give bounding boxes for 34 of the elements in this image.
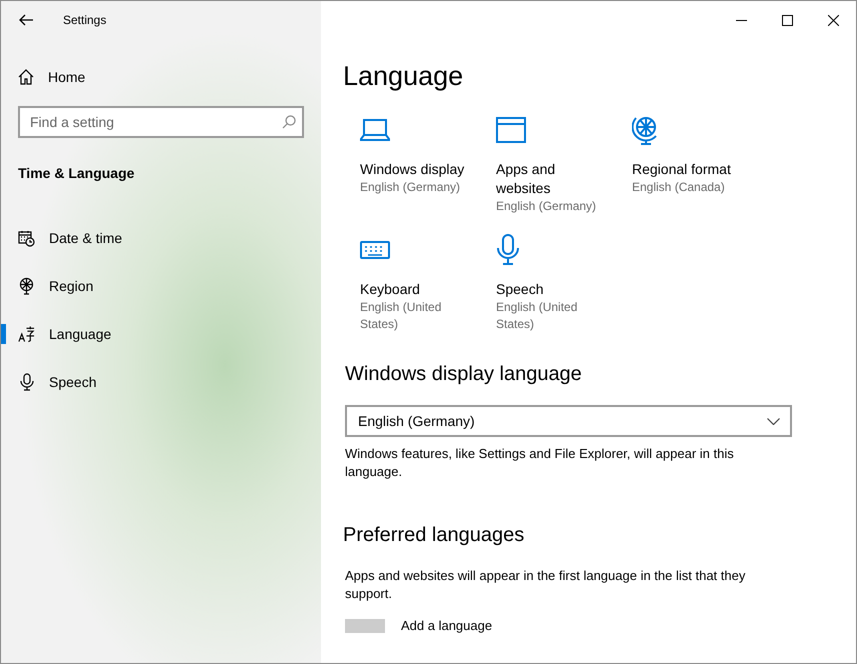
home-link[interactable]: Home (1, 58, 321, 96)
maximize-icon (782, 14, 792, 26)
settings-tile[interactable]: Speech English (United States) (496, 230, 632, 340)
settings-tile[interactable]: Keyboard English (United States) (360, 230, 496, 340)
description-text: Windows features, like Settings and File Explorer, will appear in this language. (345, 445, 735, 481)
nav-item[interactable]: Region (1, 262, 321, 310)
settings-tile[interactable]: Apps and websites English (Germany) (496, 110, 632, 220)
keyboard-icon (360, 241, 390, 259)
search-field[interactable]: Find a setting (18, 106, 304, 138)
laptop-icon (360, 118, 390, 142)
window-title: Settings (63, 12, 106, 29)
page-title: Language (343, 60, 464, 93)
back-arrow-icon (19, 14, 33, 26)
close-icon (828, 14, 838, 26)
search-icon (282, 115, 296, 129)
description-text: Apps and websites will appear in the first language in the list that they support. (345, 567, 746, 603)
calendar-clock-icon (18, 230, 35, 246)
home-icon (18, 69, 34, 85)
section-heading: Time & Language (17, 164, 136, 183)
nav-item[interactable]: Language (1, 310, 321, 358)
nav-item[interactable]: Speech (1, 358, 321, 406)
language-dropdown[interactable]: English (Germany) (345, 405, 792, 437)
nav-item[interactable]: Date & time (1, 214, 321, 262)
section-heading: Windows display language (345, 362, 583, 387)
language-icon (18, 326, 35, 342)
section-heading: Preferred languages (343, 523, 526, 548)
settings-tile[interactable]: Windows display English (Germany) (360, 110, 496, 220)
chevron-down-icon (767, 418, 780, 424)
microphone-icon (18, 373, 35, 391)
add-language-link[interactable]: Add a language (401, 619, 492, 633)
microphone-icon (496, 234, 520, 266)
settings-tile[interactable]: Regional format English (Canada) (632, 110, 768, 220)
window-icon (496, 117, 526, 143)
globe-icon (18, 277, 35, 295)
